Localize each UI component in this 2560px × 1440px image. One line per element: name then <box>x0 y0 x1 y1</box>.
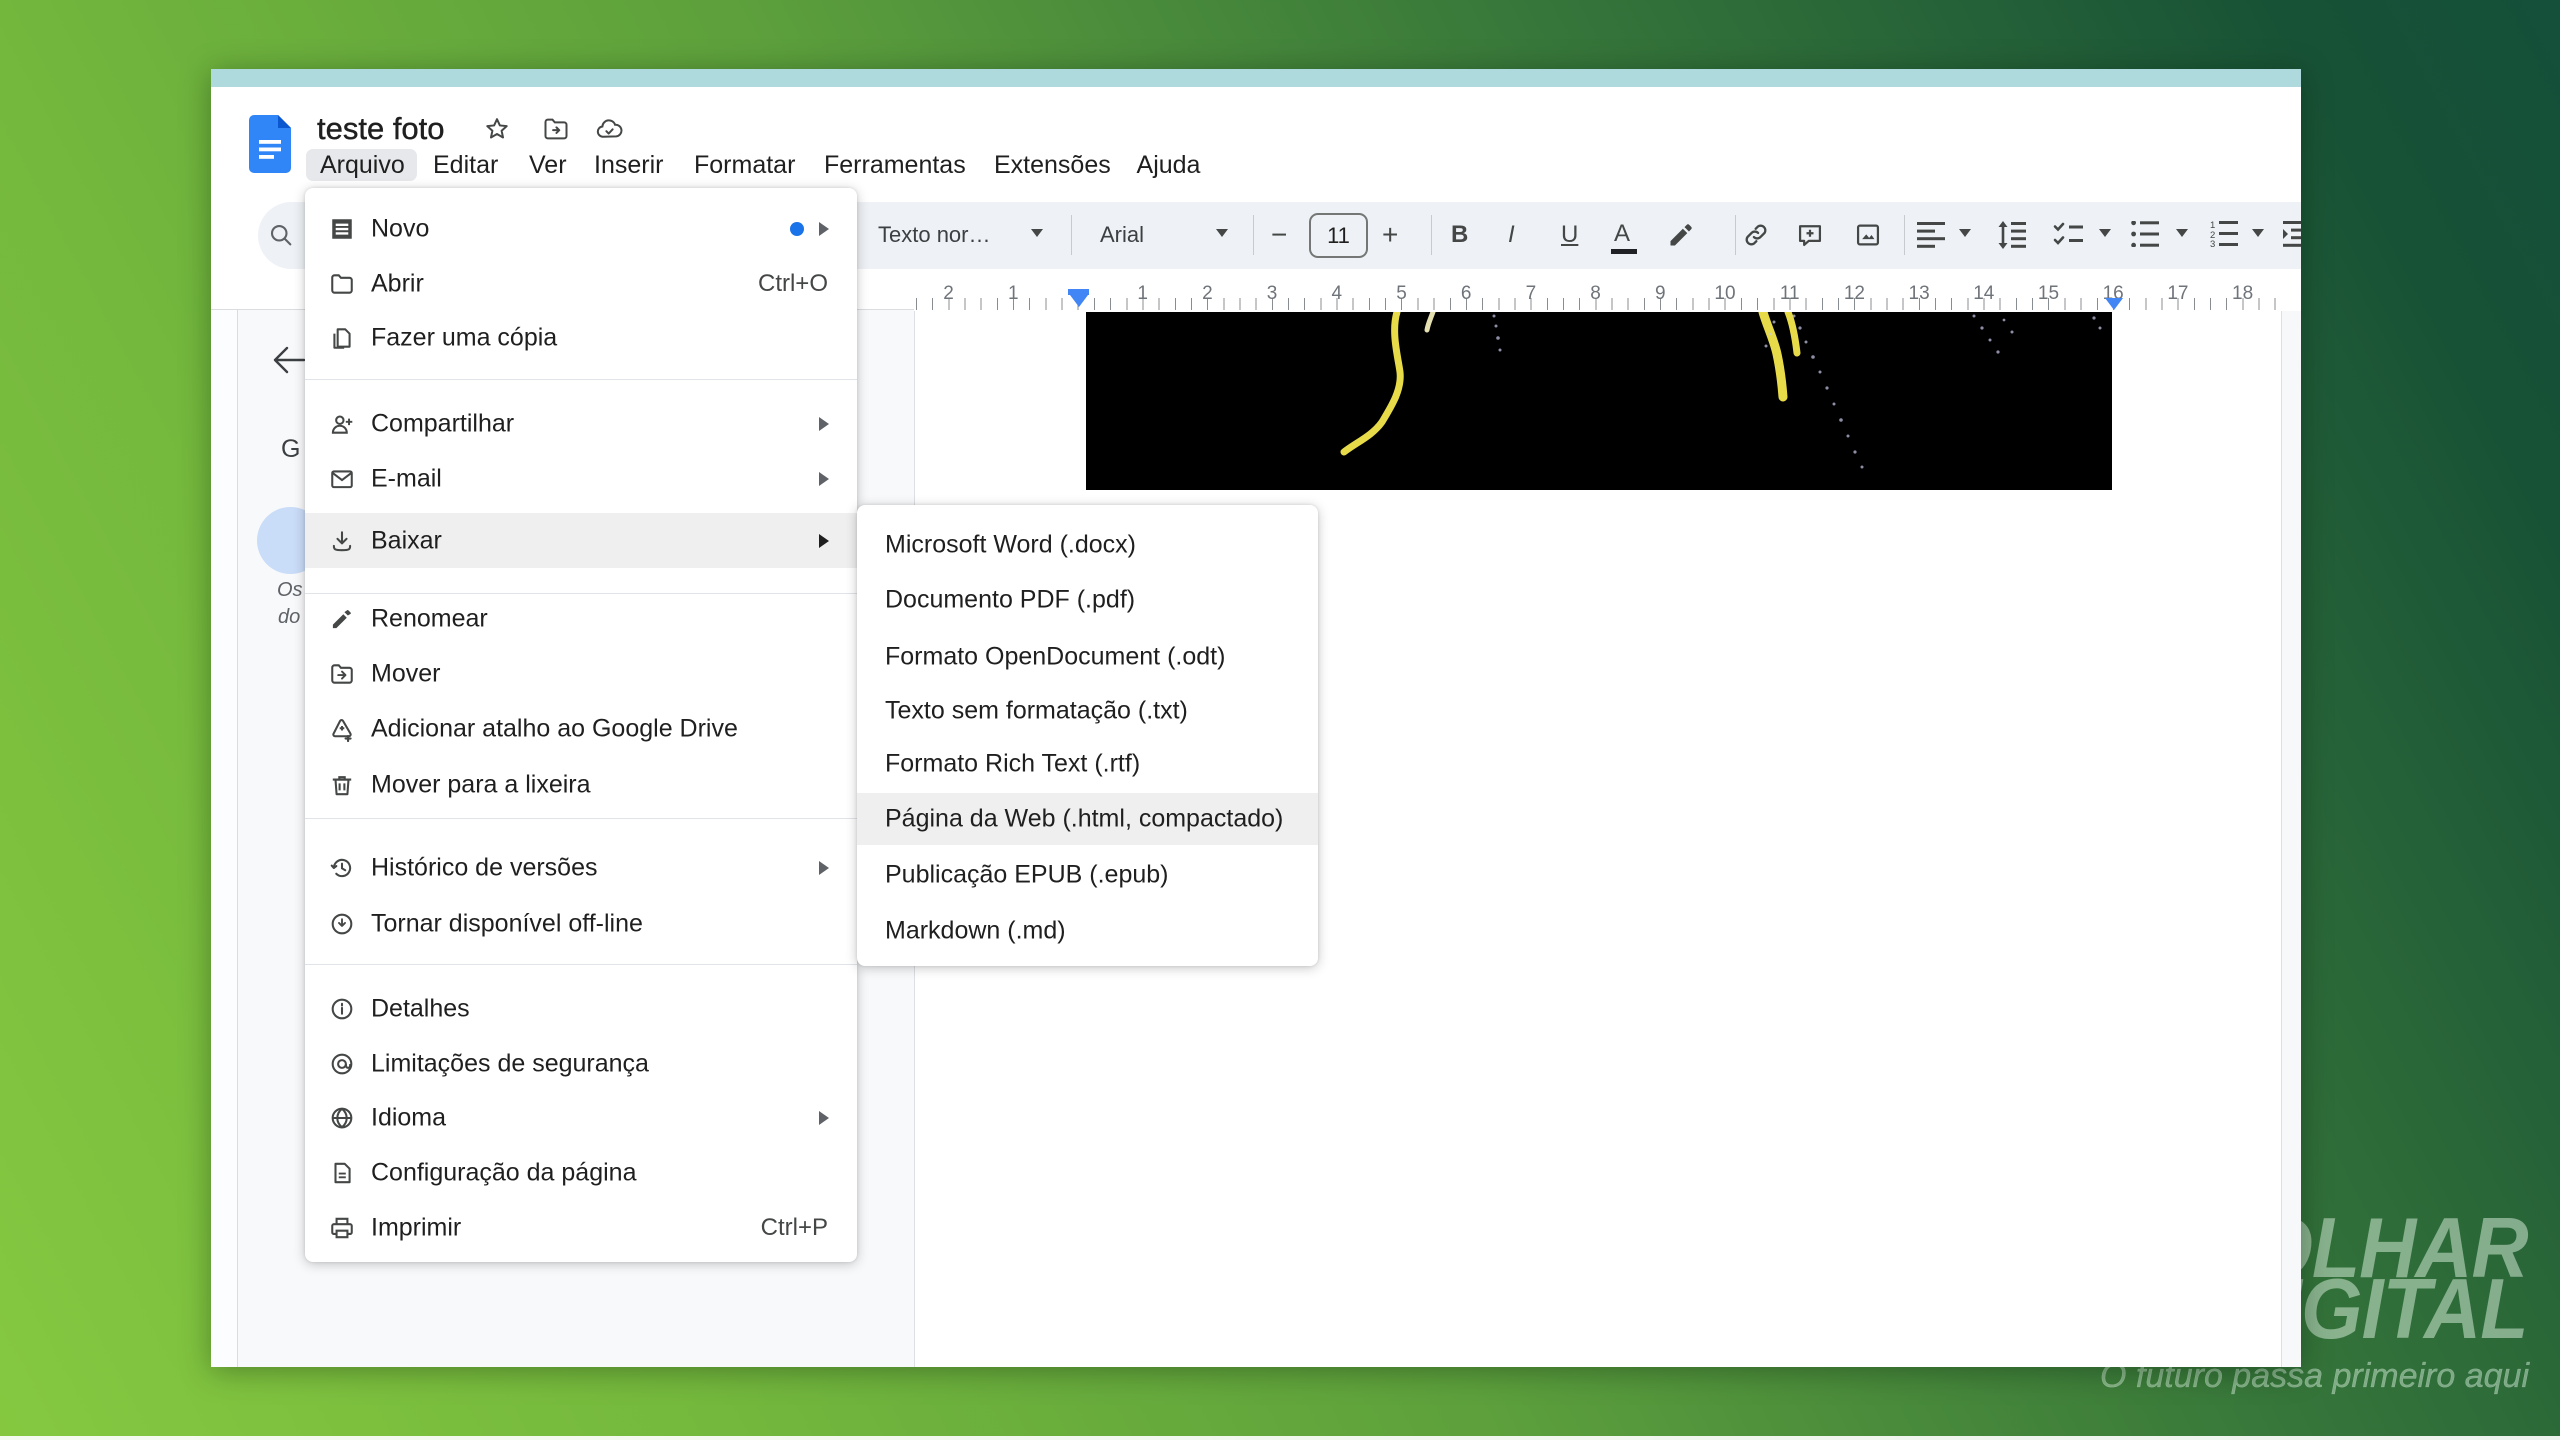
svg-text:3: 3 <box>2210 239 2215 247</box>
